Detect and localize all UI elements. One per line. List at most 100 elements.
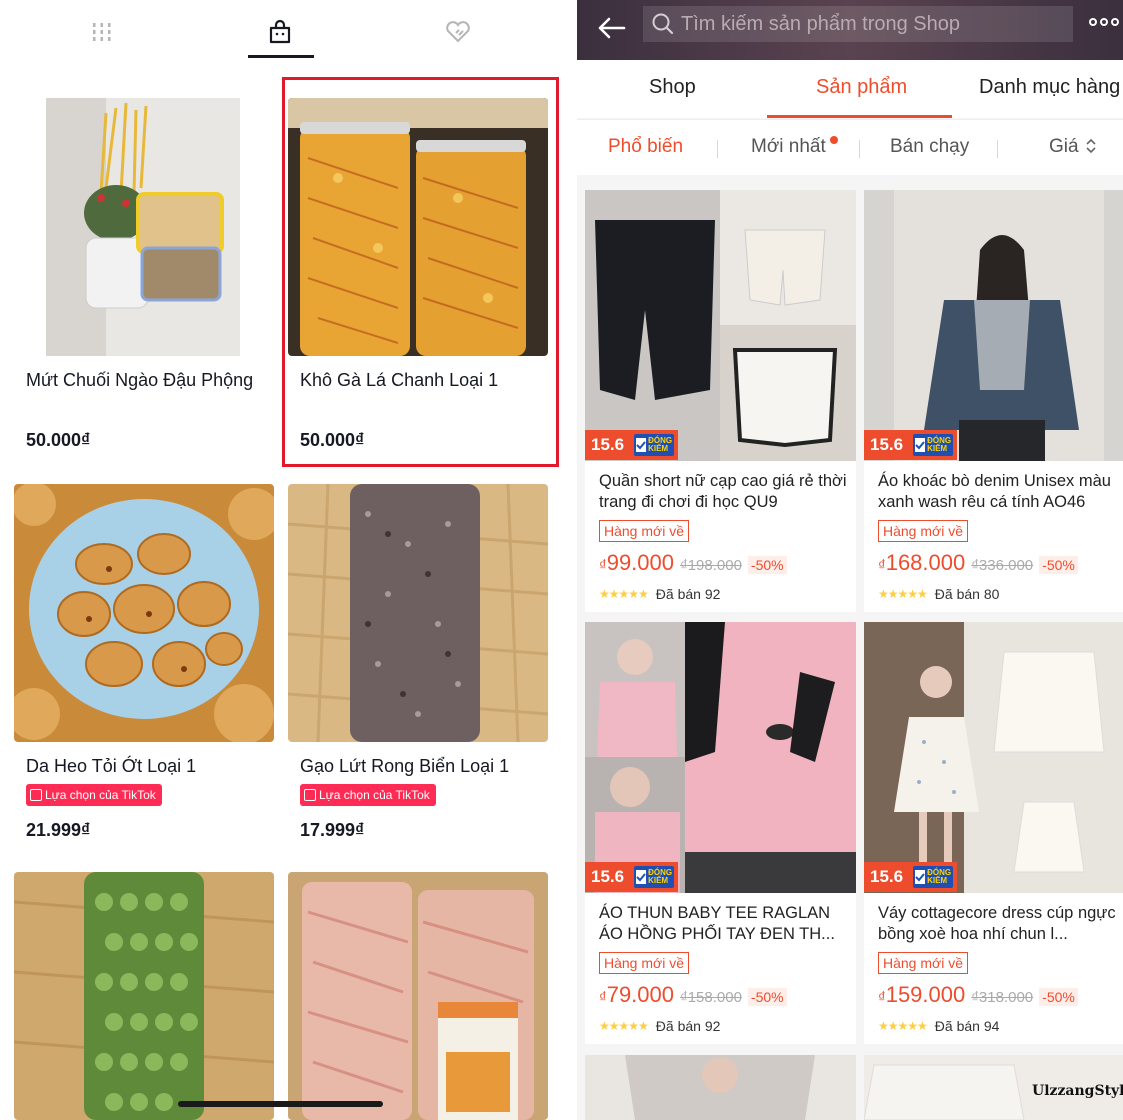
rating-row: ★★★★★ Đã bán 92 <box>599 1018 720 1034</box>
verified-label: ĐÓNG KIỂM <box>648 868 673 885</box>
star-rating-icon: ★★★★★ <box>878 1019 928 1033</box>
check-icon <box>915 870 926 884</box>
sort-bar: Phổ biến Mới nhất Bán chạy Giá <box>577 119 1123 175</box>
sort-popular[interactable]: Phổ biến <box>608 136 683 158</box>
back-button[interactable] <box>591 8 631 48</box>
divider <box>859 140 860 158</box>
new-indicator-dot <box>830 136 838 144</box>
verified-label: ĐÓNG KIỂM <box>927 436 952 453</box>
star-rating-icon: ★★★★★ <box>599 587 649 601</box>
product-name: Mứt Chuối Ngào Đậu Phộng <box>26 370 254 390</box>
sort-arrows-icon <box>1085 137 1097 155</box>
check-icon <box>636 438 647 452</box>
sold-count: Đã bán 80 <box>934 586 1000 602</box>
original-price: ₫158.000 <box>680 989 742 1006</box>
product-image <box>14 484 274 742</box>
shopee-shop-panel: Shop Sản phẩm Danh mục hàng Phổ biến Mới… <box>577 0 1123 1120</box>
product-title: Váy cottagecore dress cúp ngực bồng xoè … <box>878 904 1116 943</box>
promo-badge: 15.6 ĐÓNG KIỂM <box>585 862 679 892</box>
top-tab-bar <box>0 0 562 62</box>
badge-label: Lựa chọn của TikTok <box>319 788 430 802</box>
star-rating-icon: ★★★★★ <box>878 587 928 601</box>
grid-icon <box>93 23 111 41</box>
badge-label: Lựa chọn của TikTok <box>45 788 156 802</box>
tab-shop[interactable] <box>250 10 310 54</box>
product-image <box>288 484 548 742</box>
product-card[interactable] <box>288 872 548 1120</box>
product-card[interactable] <box>585 1055 856 1120</box>
sold-count: Đã bán 94 <box>934 1018 1000 1034</box>
product-image <box>585 1055 856 1120</box>
new-arrival-tag: Hàng mới về <box>599 952 689 974</box>
product-card[interactable]: Mứt Chuối Ngào Đậu Phộng 50.000₫ <box>14 98 274 458</box>
divider <box>997 140 998 158</box>
sort-best-selling[interactable]: Bán chạy <box>890 136 969 158</box>
search-box[interactable] <box>643 6 1073 42</box>
rating-row: ★★★★★ Đã bán 80 <box>878 586 999 602</box>
tab-shop[interactable]: Shop <box>649 76 696 99</box>
product-image <box>864 190 1123 461</box>
shopping-bag-icon <box>269 19 291 44</box>
product-image <box>288 872 548 1120</box>
search-input[interactable] <box>681 12 1061 36</box>
product-image <box>46 98 240 356</box>
star-rating-icon: ★★★★★ <box>599 1019 649 1033</box>
product-image <box>288 98 548 356</box>
verified-label: ĐÓNG KIỂM <box>927 868 952 885</box>
current-price: ₫159.000 <box>878 982 965 1008</box>
promo-date: 15.6 <box>585 862 631 892</box>
product-card[interactable]: 15.6 ĐÓNG KIỂM Quần short nữ cạp cao giá… <box>585 190 856 612</box>
tab-products[interactable]: Sản phẩm <box>816 76 907 99</box>
more-options-icon[interactable] <box>1089 10 1123 34</box>
tiktok-choice-badge: Lựa chọn của TikTok <box>300 784 436 806</box>
current-price: ₫99.000 <box>599 550 674 576</box>
product-card[interactable]: 15.6 ĐÓNG KIỂM ÁO THUN BABY TEE RAGLAN Á… <box>585 622 856 1044</box>
product-title: ÁO THUN BABY TEE RAGLAN ÁO HỒNG PHỐI TAY… <box>599 904 835 943</box>
check-icon <box>915 438 926 452</box>
verified-badge: ĐÓNG KIỂM <box>909 862 958 892</box>
product-image <box>585 190 856 461</box>
verified-badge: ĐÓNG KIỂM <box>630 430 679 460</box>
sold-count: Đã bán 92 <box>655 586 721 602</box>
promo-badge: 15.6 ĐÓNG KIỂM <box>864 862 958 892</box>
new-arrival-tag: Hàng mới về <box>878 952 968 974</box>
price-value: 159.000 <box>885 982 966 1007</box>
sort-newest[interactable]: Mới nhất <box>751 136 826 158</box>
promo-date: 15.6 <box>864 862 910 892</box>
product-image <box>14 872 274 1120</box>
shop-tab-bar: Shop Sản phẩm Danh mục hàng <box>577 60 1123 118</box>
product-card[interactable] <box>14 872 274 1120</box>
heart-icon <box>446 21 470 43</box>
product-card[interactable]: Gạo Lứt Rong Biển Loại 1 Lựa chọn của Ti… <box>288 484 548 854</box>
product-card[interactable]: 15.6 ĐÓNG KIỂM Áo khoác bò denim Unisex … <box>864 190 1123 612</box>
product-card[interactable]: Da Heo Tỏi Ớt Loại 1 Lựa chọn của TikTok… <box>14 484 274 854</box>
product-name: Da Heo Tỏi Ớt Loại 1 <box>26 756 197 776</box>
discount-badge: -50% <box>747 556 787 574</box>
promo-date: 15.6 <box>585 430 631 460</box>
search-icon <box>652 13 674 35</box>
sort-price[interactable]: Giá <box>1049 136 1079 158</box>
active-tab-indicator <box>767 115 952 118</box>
promo-badge: 15.6 ĐÓNG KIỂM <box>864 430 958 460</box>
verified-badge: ĐÓNG KIỂM <box>630 862 679 892</box>
currency-symbol: ₫ <box>878 557 886 574</box>
price-row: ₫79.000 ₫158.000 -50% <box>599 982 787 1008</box>
currency-symbol: ₫ <box>599 989 607 1006</box>
product-card[interactable]: UlzzangStyle <box>864 1055 1123 1120</box>
brand-watermark: UlzzangStyle <box>1032 1083 1123 1099</box>
product-card[interactable]: Khô Gà Lá Chanh Loại 1 50.000₫ <box>288 98 548 458</box>
tab-liked[interactable] <box>428 10 488 54</box>
tab-grid[interactable] <box>72 10 132 54</box>
tiktok-logo-icon <box>30 789 42 801</box>
current-price: ₫168.000 <box>878 550 965 576</box>
product-name: Gạo Lứt Rong Biển Loại 1 <box>300 756 510 776</box>
product-card[interactable]: 15.6 ĐÓNG KIỂM Váy cottagecore dress cúp… <box>864 622 1123 1044</box>
tab-categories[interactable]: Danh mục hàng <box>979 76 1120 99</box>
new-arrival-tag: Hàng mới về <box>878 520 968 542</box>
original-price: ₫336.000 <box>971 557 1034 574</box>
promo-badge: 15.6 ĐÓNG KIỂM <box>585 430 679 460</box>
product-title: Áo khoác bò denim Unisex màu xanh wash r… <box>878 472 1111 511</box>
product-image <box>864 622 1123 893</box>
product-price: 50.000₫ <box>26 430 91 450</box>
price-value: 99.000 <box>606 550 674 575</box>
